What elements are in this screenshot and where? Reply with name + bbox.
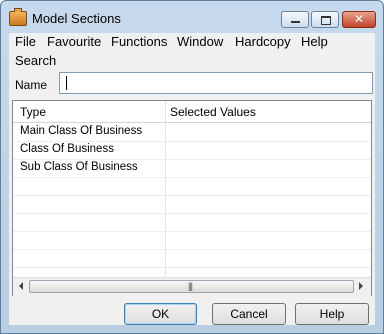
title-bar[interactable]: Model Sections ✕	[1, 1, 383, 35]
model-sections-window: Model Sections ✕ File Favourite Function…	[0, 0, 384, 334]
text-caret	[66, 76, 67, 90]
row-type: Class Of Business	[20, 143, 114, 155]
window-title: Model Sections	[32, 11, 121, 26]
column-header-type[interactable]: Type	[20, 105, 46, 119]
list-row[interactable]: Main Class Of Business	[13, 124, 371, 142]
menu-file[interactable]: File	[15, 34, 36, 49]
menu-hardcopy[interactable]: Hardcopy	[235, 34, 291, 49]
row-type: Main Class Of Business	[20, 125, 143, 137]
list-header: Type Selected Values	[13, 101, 371, 123]
list-row[interactable]: Class Of Business	[13, 142, 371, 160]
sections-list[interactable]: Type Selected Values Main Class Of Busin…	[12, 100, 372, 296]
ok-button[interactable]: OK	[124, 303, 197, 325]
arrow-right-icon[interactable]	[359, 282, 363, 290]
scroll-grip: |||	[188, 281, 193, 291]
name-label: Name	[15, 78, 48, 92]
cancel-button[interactable]: Cancel	[212, 303, 286, 325]
menu-functions[interactable]: Functions	[111, 34, 167, 49]
help-button[interactable]: Help	[295, 303, 369, 325]
close-button[interactable]: ✕	[342, 11, 376, 28]
arrow-left-icon[interactable]	[19, 282, 23, 290]
minimize-button[interactable]	[281, 11, 309, 28]
minimize-icon	[282, 12, 308, 27]
scroll-thumb[interactable]: |||	[29, 280, 354, 293]
empty-row	[13, 178, 371, 196]
briefcase-icon	[9, 8, 27, 26]
maximize-icon	[312, 12, 338, 27]
content-panel: Name Type Selected Values Main Class Of …	[9, 71, 375, 325]
menu-window[interactable]: Window	[177, 34, 223, 49]
name-input[interactable]	[59, 72, 373, 94]
empty-row	[13, 232, 371, 250]
horizontal-scrollbar[interactable]: |||	[13, 277, 371, 296]
menu-favourite[interactable]: Favourite	[47, 34, 101, 49]
maximize-button[interactable]	[311, 11, 339, 28]
list-row[interactable]: Sub Class Of Business	[13, 160, 371, 178]
empty-row	[13, 250, 371, 268]
column-header-selected-values[interactable]: Selected Values	[170, 105, 256, 119]
menu-help[interactable]: Help	[301, 34, 328, 49]
row-type: Sub Class Of Business	[20, 161, 138, 173]
empty-row	[13, 196, 371, 214]
menu-search[interactable]: Search	[15, 53, 56, 68]
empty-row	[13, 214, 371, 232]
close-icon: ✕	[353, 12, 365, 26]
menu-bar: File Favourite Functions Window Hardcopy…	[9, 33, 375, 71]
